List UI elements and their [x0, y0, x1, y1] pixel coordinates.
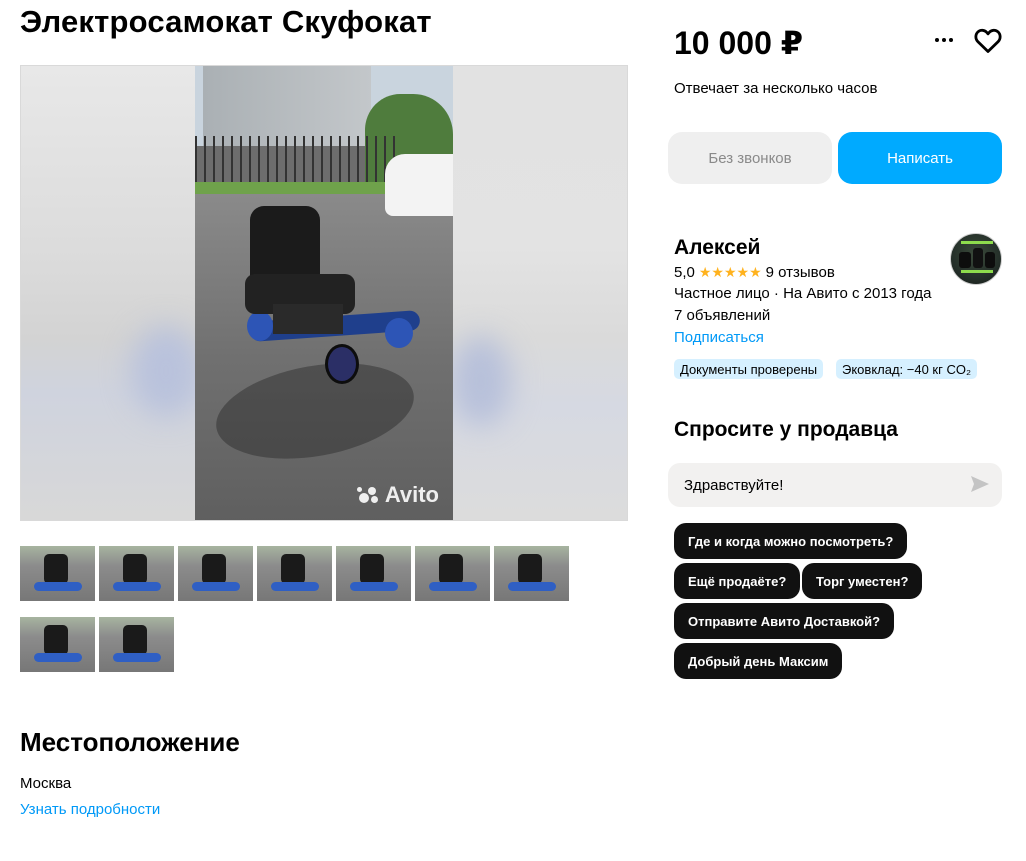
reply-time: Отвечает за несколько часов: [674, 80, 878, 97]
thumbnail[interactable]: [336, 546, 411, 601]
eco-contribution-badge[interactable]: Эковклад: −40 кг CO₂: [836, 359, 978, 379]
thumbnail[interactable]: [99, 617, 174, 672]
quick-question-chip[interactable]: Отправите Авито Доставкой?: [674, 603, 895, 639]
main-photo-gallery[interactable]: Avito: [20, 65, 628, 521]
location-details-link[interactable]: Узнать подробности: [20, 801, 160, 818]
thumbnail[interactable]: [20, 617, 95, 672]
location-title: Местоположение: [20, 727, 240, 757]
reviews-link[interactable]: 9 отзывов: [766, 264, 835, 281]
heart-icon[interactable]: [974, 28, 1002, 54]
seller-rating: 5,0 ★★★★★ 9 отзывов: [674, 264, 835, 281]
avito-watermark: Avito: [356, 482, 439, 508]
seller-listings-count[interactable]: 7 объявлений: [674, 307, 770, 324]
message-input[interactable]: Здравствуйте!: [668, 463, 1002, 507]
seller-type: Частное лицо · На Авито с 2013 года: [674, 285, 932, 302]
ask-seller-title: Спросите у продавца: [674, 418, 898, 441]
write-message-button[interactable]: Написать: [838, 132, 1002, 184]
gallery-blur-right: [451, 66, 627, 520]
main-photo[interactable]: Avito: [195, 66, 453, 520]
subscribe-link[interactable]: Подписаться: [674, 329, 764, 346]
price: 10 000 ₽: [674, 25, 804, 61]
thumbnail[interactable]: [415, 546, 490, 601]
thumbnail[interactable]: [178, 546, 253, 601]
thumbnail[interactable]: [20, 546, 95, 601]
listing-title: Электросамокат Скуфокат: [20, 4, 432, 39]
location-city: Москва: [20, 775, 72, 792]
thumbnail[interactable]: [257, 546, 332, 601]
seller-name[interactable]: Алексей: [674, 236, 760, 260]
gallery-blur-left: [21, 66, 195, 520]
send-arrow-icon[interactable]: [970, 475, 990, 493]
quick-question-chip[interactable]: Где и когда можно посмотреть?: [674, 523, 908, 559]
more-dots-icon[interactable]: [930, 30, 958, 50]
documents-verified-badge: Документы проверены: [674, 359, 824, 379]
no-calls-button[interactable]: Без звонков: [668, 132, 832, 184]
rating-value: 5,0: [674, 264, 695, 281]
quick-question-chip[interactable]: Добрый день Максим: [674, 643, 843, 679]
seller-avatar[interactable]: [950, 233, 1002, 285]
quick-question-chip[interactable]: Торг уместен?: [802, 563, 923, 599]
quick-question-chip[interactable]: Ещё продаёте?: [674, 563, 801, 599]
rating-stars-icon: ★★★★★: [698, 264, 762, 280]
avito-logo-icon: [356, 485, 381, 505]
thumbnail[interactable]: [99, 546, 174, 601]
thumbnail[interactable]: [494, 546, 569, 601]
